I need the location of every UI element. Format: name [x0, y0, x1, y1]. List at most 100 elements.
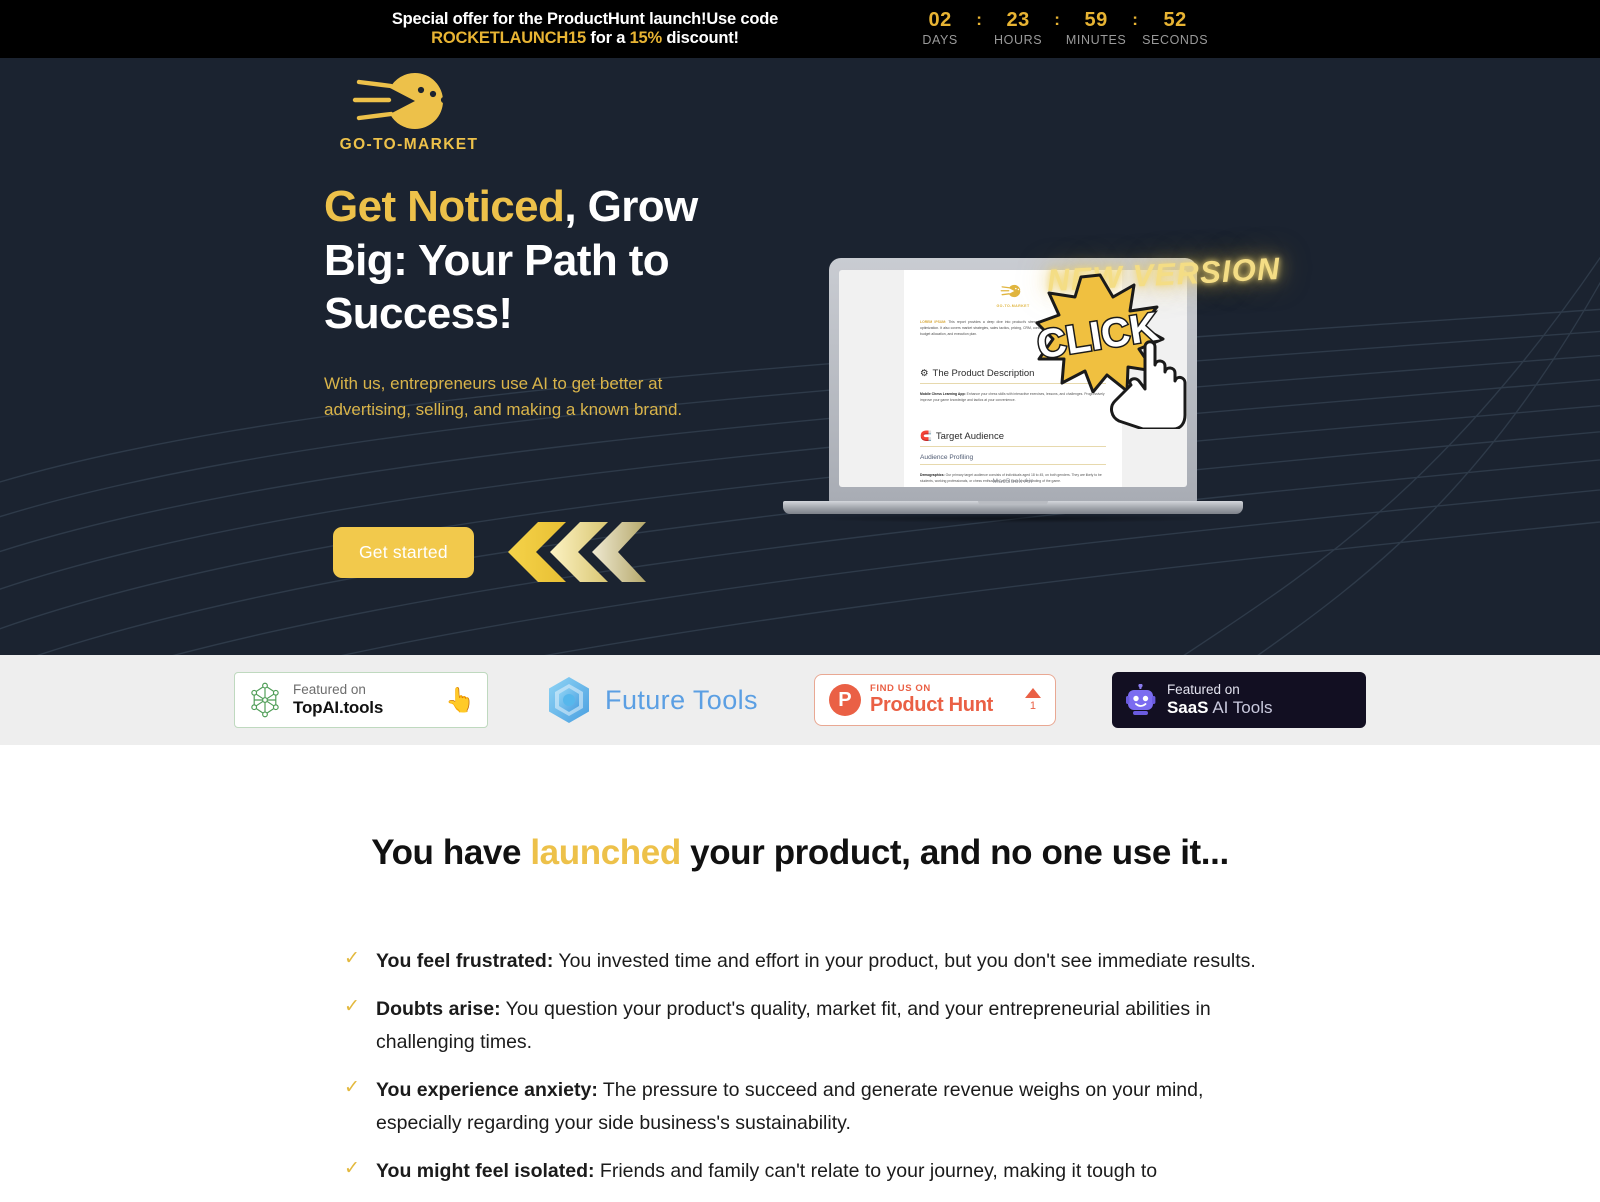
badge-featured-label: Featured on — [293, 682, 366, 698]
laptop-base — [783, 501, 1243, 514]
robot-icon — [1125, 684, 1156, 715]
list-item-body: You invested time and effort in your pro… — [553, 950, 1256, 972]
left-chevrons-decoration — [507, 522, 646, 582]
promo-mid: for a — [586, 29, 630, 47]
check-icon: ✓ — [344, 1076, 360, 1098]
pain-title-highlight: launched — [530, 833, 681, 872]
laptop-shadow — [809, 514, 1217, 523]
badge-saas-name: SaaS AI Tools — [1167, 698, 1273, 718]
countdown-hours: 23 HOURS — [986, 8, 1050, 50]
upvote-triangle-icon — [1024, 688, 1041, 698]
get-started-button[interactable]: Get started — [333, 526, 474, 578]
hero-section: GO-TO-MARKET Get Noticed, Grow Big: Your… — [0, 58, 1600, 655]
document-section-heading: 🧲 Target Audience — [920, 431, 1106, 442]
list-item: ✓ You experience anxiety: The pressure t… — [344, 1074, 1260, 1141]
pain-title-after: your product, and no one use it... — [680, 833, 1229, 872]
countdown-seconds: 52 SECONDS — [1142, 8, 1208, 50]
logo-wordmark: GO-TO-MARKET — [339, 136, 479, 153]
list-item-body: You question your product's quality, mar… — [376, 997, 1211, 1054]
badge-product-hunt-text: FIND US ON Product Hunt — [869, 682, 993, 717]
document-intro-lead: LOREM IPSUM: — [920, 320, 947, 324]
countdown-days-label: DAYS — [922, 33, 958, 48]
upvote-control[interactable]: 1 — [1024, 688, 1041, 712]
countdown-seconds-value: 52 — [1163, 9, 1187, 32]
list-item: ✓ Doubts arise: You question your produc… — [344, 993, 1260, 1060]
list-item: ✓ You might feel isolated: Friends and f… — [344, 1155, 1260, 1189]
badge-future-tools-name: Future Tools — [605, 684, 758, 715]
list-item: ✓ You feel frustrated: You invested time… — [344, 945, 1260, 979]
badge-product-hunt[interactable]: P FIND US ON Product Hunt 1 — [813, 674, 1056, 726]
countdown-days-value: 02 — [928, 9, 952, 32]
list-item-lead: You experience anxiety: — [376, 1078, 598, 1101]
badge-product-hunt-name: Product Hunt — [869, 694, 993, 717]
hero-title: Get Noticed, Grow Big: Your Path to Succ… — [324, 180, 754, 341]
badge-topai-name: TopAI.tools — [293, 697, 384, 717]
countdown-separator: : — [976, 10, 982, 30]
badge-topai-tools[interactable]: Featured on TopAI.tools 👆 — [234, 672, 489, 728]
pain-points-section: You have launched your product, and no o… — [0, 745, 1600, 1189]
promo-percent: 15% — [629, 29, 663, 47]
document-subheading: Audience Profiling — [920, 454, 974, 462]
badge-future-tools[interactable]: Future Tools — [544, 675, 758, 725]
document-section-heading-text: The Product Description — [932, 367, 1035, 379]
badge-saas-text: Featured on SaaS AI Tools — [1167, 682, 1273, 719]
countdown-minutes-label: MINUTES — [1065, 33, 1127, 48]
laptop-model-label: MacBook Air — [992, 478, 1034, 485]
list-item-lead: Doubts arise: — [376, 997, 501, 1020]
list-item-text: You feel frustrated: You invested time a… — [376, 945, 1256, 979]
badge-saas-ai-tools[interactable]: Featured on SaaS AI Tools — [1111, 672, 1366, 728]
badge-saas-name-bold: SaaS — [1166, 697, 1209, 717]
countdown-minutes: 59 MINUTES — [1064, 8, 1128, 50]
promo-message: Special offer for the ProductHunt launch… — [392, 10, 778, 48]
countdown-separator: : — [1132, 10, 1138, 30]
featured-badges-bar: Featured on TopAI.tools 👆 Future Tools P… — [0, 655, 1600, 745]
promo-line1: Special offer for the ProductHunt launch… — [391, 10, 779, 29]
list-item-text: You experience anxiety: The pressure to … — [376, 1074, 1260, 1141]
hero-product-mockup: NEW VERSION GO-TO-MARKET LOREM IPSUM: Th… — [783, 88, 1281, 558]
badge-topai-text: Featured on TopAI.tools — [293, 682, 383, 717]
promo-banner: Special offer for the ProductHunt launch… — [0, 0, 1600, 58]
countdown-seconds-label: SECONDS — [1142, 33, 1209, 48]
pointing-hand-icon: 👆 — [445, 686, 476, 714]
magnet-icon: 🧲 — [920, 431, 932, 443]
list-item-body: Friends and family can't relate to your … — [594, 1159, 1158, 1182]
hexagon-icon — [549, 677, 590, 723]
pacman-logo-icon — [1000, 284, 1022, 298]
hero-title-highlight: Get Noticed — [324, 182, 565, 231]
site-logo[interactable]: GO-TO-MARKET — [324, 70, 494, 154]
list-item-lead: You feel frustrated: — [376, 950, 554, 972]
divider — [920, 464, 1106, 466]
countdown-timer: 02 DAYS : 23 HOURS : 59 MINUTES : 52 SEC… — [908, 8, 1208, 50]
badge-find-us-label: FIND US ON — [869, 682, 931, 694]
pain-section-title: You have launched your product, and no o… — [0, 833, 1600, 873]
list-item-text: Doubts arise: You question your product'… — [376, 993, 1260, 1060]
pain-points-list: ✓ You feel frustrated: You invested time… — [340, 945, 1260, 1188]
document-section-body-lead: Mobile Chess Learning App: — [920, 391, 966, 396]
check-icon: ✓ — [344, 995, 360, 1017]
badge-featured-label: Featured on — [1166, 681, 1240, 697]
promo-tail: discount! — [662, 29, 739, 47]
gear-icon: ⚙ — [920, 367, 929, 379]
list-item-text: You might feel isolated: Friends and fam… — [376, 1155, 1157, 1189]
countdown-separator: : — [1054, 10, 1060, 30]
upvote-count: 1 — [1029, 700, 1036, 712]
document-paragraph-lead: Demographics: — [920, 473, 945, 478]
document-section-heading-text: Target Audience — [935, 431, 1004, 443]
hero-subtitle: With us, entrepreneurs use AI to get bet… — [324, 374, 683, 419]
divider — [920, 446, 1106, 448]
check-icon: ✓ — [344, 948, 360, 969]
pacman-logo-icon — [352, 72, 448, 130]
list-item-lead: You might feel isolated: — [376, 1159, 595, 1182]
promo-code: ROCKETLAUNCH15 — [431, 29, 587, 47]
network-icon — [251, 682, 279, 718]
badge-saas-name-rest: AI Tools — [1208, 697, 1273, 717]
countdown-hours-label: HOURS — [994, 33, 1043, 48]
pain-title-before: You have — [371, 833, 531, 872]
pointing-hand-cursor-icon — [1110, 340, 1187, 429]
countdown-days: 02 DAYS — [908, 8, 972, 50]
product-hunt-icon: P — [828, 684, 861, 716]
check-icon: ✓ — [344, 1157, 360, 1179]
countdown-hours-value: 23 — [1006, 9, 1030, 32]
hero-cta-row: Get started — [333, 520, 646, 584]
countdown-minutes-value: 59 — [1084, 9, 1108, 32]
